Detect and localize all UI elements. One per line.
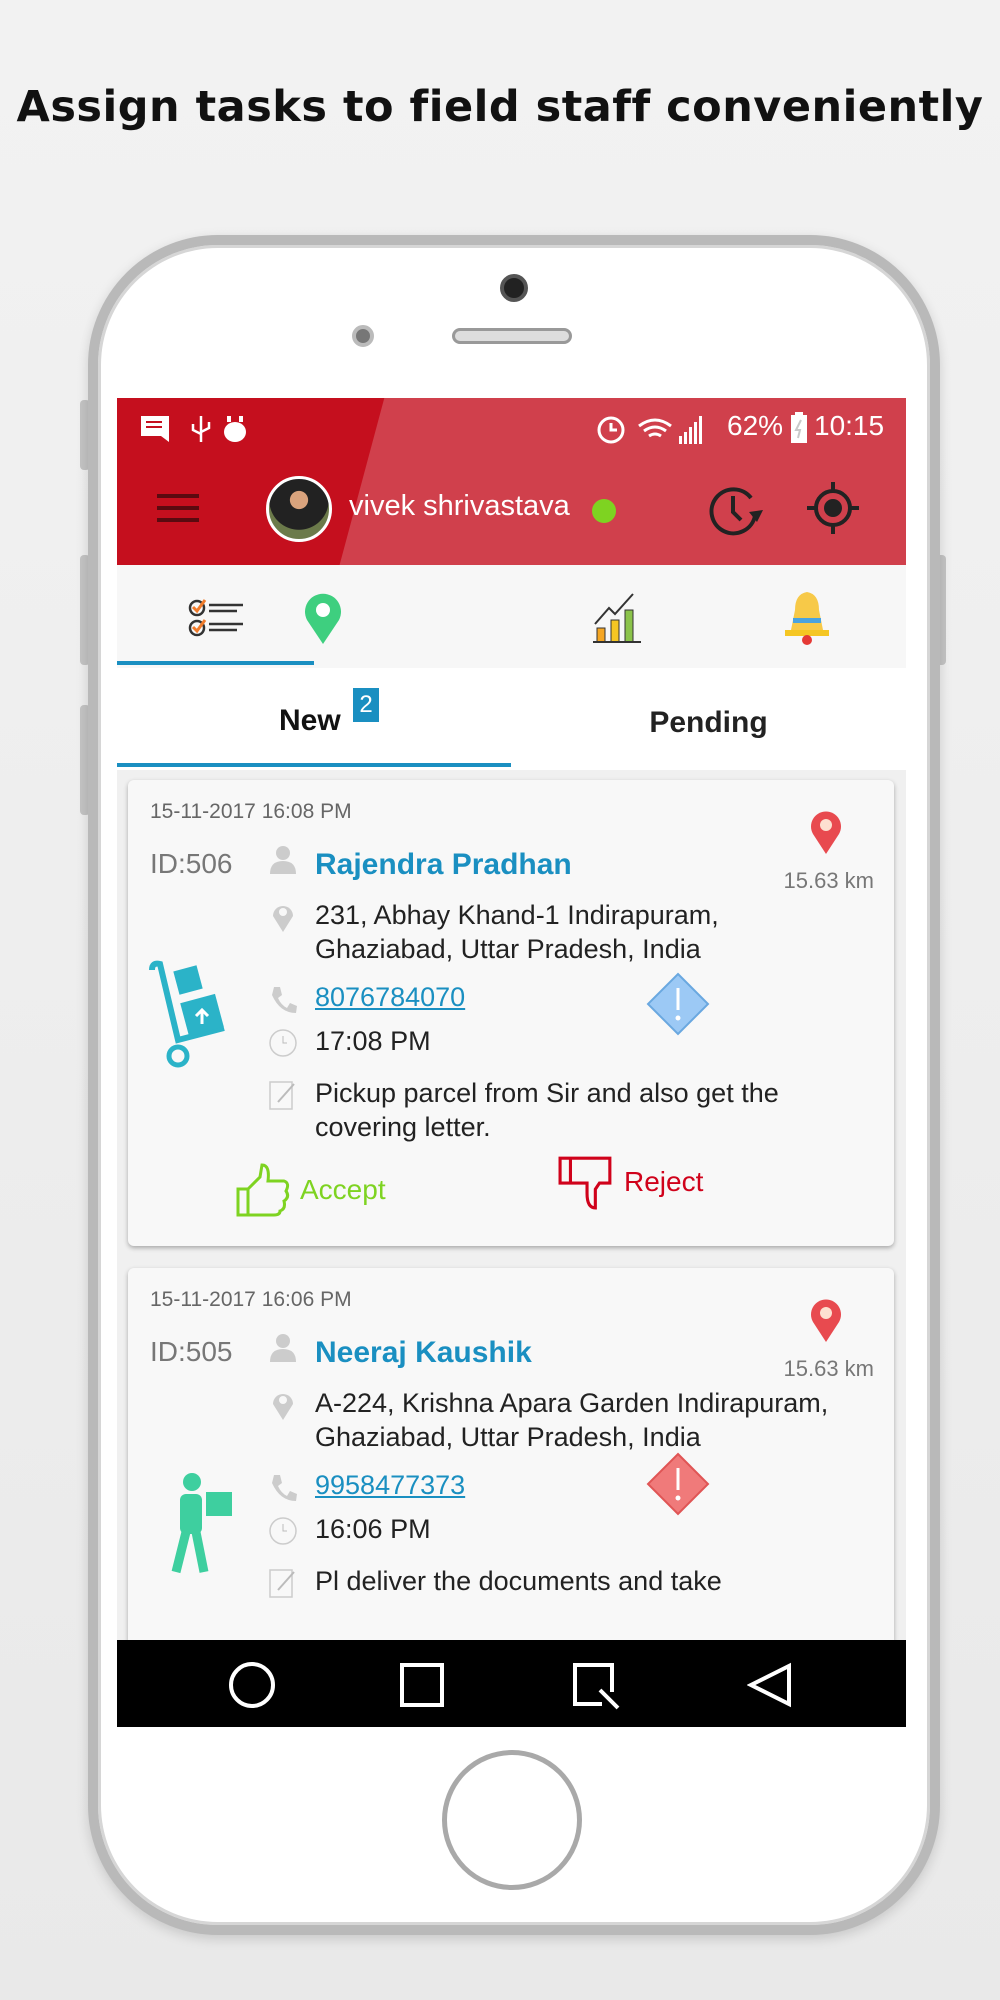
android-nav-bar	[117, 1640, 906, 1727]
camera-icon	[500, 274, 528, 302]
speaker-icon	[452, 328, 572, 344]
task-list-icon[interactable]	[187, 590, 247, 646]
task-distance: 15.63 km	[783, 868, 875, 893]
home-circle-icon[interactable]	[227, 1662, 277, 1708]
tab-pending-label: Pending	[649, 706, 768, 739]
status-left-icons	[141, 416, 246, 442]
task-id: ID:506	[150, 848, 233, 879]
task-note: Pl deliver the documents and take	[315, 1566, 722, 1596]
reject-label: Reject	[624, 1166, 704, 1197]
active-tab-indicator	[117, 661, 314, 665]
person-icon	[270, 1334, 296, 1362]
task-phone-link[interactable]: 8076784070	[315, 980, 465, 1014]
task-address: 231, Abhay Khand-1 Indirapuram, Ghaziaba…	[315, 900, 719, 964]
menu-icon[interactable]	[157, 494, 201, 524]
tab-pending[interactable]: Pending	[511, 668, 906, 770]
task-date: 15-11-2017 16:06 PM	[150, 1288, 352, 1311]
overview-square-icon[interactable]	[399, 1662, 445, 1708]
active-subtab-indicator	[117, 763, 511, 767]
message-icon	[141, 416, 169, 442]
customer-name[interactable]: Neeraj Kaushik	[315, 1336, 532, 1370]
avatar[interactable]	[266, 476, 332, 542]
task-date: 15-11-2017 16:08 PM	[150, 800, 352, 823]
sensor-icon	[352, 325, 374, 347]
wifi-icon	[638, 418, 672, 438]
location-icon	[273, 906, 293, 932]
reject-button[interactable]: Reject	[558, 1154, 703, 1210]
online-status-dot	[592, 499, 616, 523]
pickup-trolley-icon	[149, 960, 225, 1068]
new-count-badge: 2	[353, 688, 379, 722]
map-pin-icon[interactable]	[293, 590, 353, 646]
headline: Assign tasks to field staff conveniently	[16, 82, 984, 132]
clock-time: 10:15	[814, 410, 885, 441]
back-triangle-icon[interactable]	[747, 1662, 793, 1708]
android-debug-icon	[224, 416, 246, 442]
priority-alert-icon	[646, 1452, 710, 1516]
task-card[interactable]: 15-11-2017 16:08 PM ID:506 Rajendra Prad…	[128, 780, 894, 1246]
user-name: vivek shrivastava	[349, 490, 570, 522]
thumbs-down-icon	[558, 1156, 612, 1210]
task-phone-link[interactable]: 9958477373	[315, 1468, 465, 1502]
distance-pin-icon	[811, 811, 841, 854]
location-icon	[273, 1394, 293, 1420]
status-right-icons	[597, 416, 702, 444]
note-icon	[269, 1081, 295, 1110]
distance-pin-icon	[811, 1299, 841, 1342]
signal-icon	[679, 416, 702, 444]
screenshot-icon[interactable]	[572, 1662, 622, 1710]
app-bar: 62% 10:15 vivek shrivastava	[117, 398, 906, 565]
icon-tab-bar	[117, 565, 906, 668]
accept-button[interactable]: Accept	[236, 1162, 386, 1218]
thumbs-up-icon	[236, 1163, 290, 1217]
clock-icon	[269, 1517, 297, 1545]
task-time: 16:06 PM	[315, 1514, 431, 1544]
clock-icon	[269, 1029, 297, 1057]
bell-icon[interactable]	[777, 590, 837, 646]
battery-percent: 62%	[727, 410, 784, 441]
task-time: 17:08 PM	[315, 1026, 431, 1056]
growth-chart-icon[interactable]	[587, 590, 647, 646]
delivery-man-icon	[171, 1473, 232, 1574]
app-screen: 62% 10:15 vivek shrivastava New 2 Pendin…	[117, 398, 906, 1727]
phone-icon	[272, 987, 297, 1013]
accept-label: Accept	[300, 1174, 386, 1205]
task-id: ID:505	[150, 1336, 233, 1367]
tab-new-label: New	[279, 704, 341, 737]
battery-charging-icon	[791, 412, 807, 443]
phone-icon	[272, 1475, 297, 1501]
tab-new[interactable]: New 2	[117, 668, 511, 770]
task-card[interactable]: 15-11-2017 16:06 PM ID:505 Neeraj Kaushi…	[128, 1268, 894, 1688]
task-status-tabs: New 2 Pending	[117, 668, 906, 770]
customer-name[interactable]: Rajendra Pradhan	[315, 848, 572, 882]
home-button[interactable]	[442, 1750, 582, 1890]
gps-target-icon[interactable]	[807, 482, 859, 534]
task-address: A-224, Krishna Apara Garden Indirapuram,…	[315, 1388, 829, 1452]
usb-icon	[191, 416, 211, 442]
task-note: Pickup parcel from Sir and also get the …	[315, 1078, 779, 1142]
history-clock-icon[interactable]	[707, 482, 763, 538]
person-icon	[270, 846, 296, 874]
task-distance: 15.63 km	[783, 1356, 875, 1381]
alarm-icon	[597, 416, 625, 444]
note-icon	[269, 1569, 295, 1598]
